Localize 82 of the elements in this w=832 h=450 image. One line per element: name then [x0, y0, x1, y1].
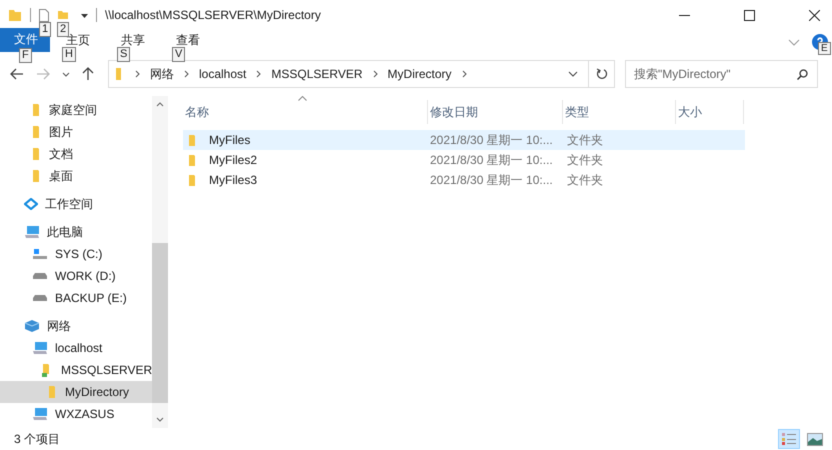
- folder-icon: [8, 8, 22, 22]
- window-title: \\localhost\MSSQLSERVER\MyDirectory: [105, 8, 321, 22]
- up-arrow-icon[interactable]: [82, 67, 94, 81]
- maximize-icon[interactable]: [744, 10, 755, 20]
- breadcrumb-item[interactable]: 网络: [150, 66, 174, 82]
- computer-icon: [32, 407, 48, 421]
- sidebar-item[interactable]: MyDirectory: [0, 381, 152, 403]
- column-header[interactable]: 修改日期: [428, 100, 563, 124]
- scroll-down-icon[interactable]: [156, 417, 164, 422]
- folder-icon: [188, 134, 198, 146]
- sidebar-item[interactable]: 桌面: [0, 165, 152, 187]
- type-cell-text: 文件夹: [566, 132, 604, 148]
- chevron-down-icon[interactable]: [62, 72, 70, 76]
- type-cell-text: 文件夹: [566, 152, 604, 168]
- computer-icon: [32, 341, 48, 355]
- sidebar-item[interactable]: 家庭空间: [0, 99, 152, 121]
- breadcrumb-item[interactable]: MyDirectory: [388, 67, 452, 81]
- drive-icon: [32, 295, 48, 301]
- back-arrow-icon[interactable]: [10, 68, 24, 80]
- keytip: 1: [39, 22, 52, 36]
- folder-icon: [32, 147, 42, 161]
- scroll-up-icon[interactable]: [156, 102, 164, 107]
- chevron-right-icon[interactable]: [462, 70, 467, 78]
- keytip: F: [19, 48, 32, 63]
- sidebar-item[interactable]: WORK (D:): [0, 265, 152, 287]
- folder-icon: [32, 169, 42, 183]
- sidebar-item[interactable]: 图片: [0, 121, 152, 143]
- file-name: MyFiles2: [209, 153, 258, 167]
- file-row[interactable]: MyFiles3 2021/8/30 星期一 10:... 文件夹: [183, 170, 745, 190]
- chevron-right-icon[interactable]: [184, 70, 189, 78]
- sidebar-item[interactable]: 工作空间: [0, 193, 152, 215]
- keytip: H: [62, 47, 76, 62]
- address-bar[interactable]: 网络 localhost MSSQLSERVER MyDirectory: [108, 60, 588, 88]
- file-row[interactable]: MyFiles2 2021/8/30 星期一 10:... 文件夹: [183, 150, 745, 170]
- item-count: 3 个项目: [14, 430, 60, 448]
- chevron-down-icon[interactable]: [568, 71, 578, 77]
- date-cell-text: 2021/8/30 星期一 10:...: [429, 152, 554, 168]
- sidebar-item[interactable]: 网络: [0, 315, 152, 337]
- file-name: MyFiles: [209, 133, 250, 147]
- chevron-right-icon[interactable]: [135, 70, 140, 78]
- document-icon[interactable]: [39, 8, 49, 22]
- close-icon[interactable]: [809, 10, 820, 20]
- breadcrumb-item[interactable]: MSSQLSERVER: [271, 67, 363, 81]
- keytip: S: [117, 47, 130, 62]
- date-cell-text: 2021/8/30 星期一 10:...: [429, 172, 554, 188]
- computer-icon: [24, 225, 40, 239]
- sidebar-item[interactable]: SYS (C:): [0, 243, 152, 265]
- diamond-icon: [24, 198, 38, 210]
- keytip: 2: [57, 22, 70, 37]
- dropdown-icon[interactable]: [81, 12, 88, 18]
- folder-icon: [32, 103, 42, 117]
- column-header[interactable]: 类型: [563, 100, 676, 124]
- sidebar-item[interactable]: BACKUP (E:): [0, 287, 152, 309]
- refresh-button[interactable]: [588, 60, 615, 88]
- date-cell-text: 2021/8/30 星期一 10:...: [429, 132, 554, 148]
- network-icon: [24, 319, 40, 333]
- folder-icon: [188, 154, 198, 166]
- type-cell-text: 文件夹: [566, 172, 604, 188]
- file-row[interactable]: MyFiles 2021/8/30 星期一 10:... 文件夹: [183, 130, 745, 150]
- column-header[interactable]: 大小: [676, 100, 744, 124]
- sidebar-item[interactable]: MSSQLSERVER: [0, 359, 152, 381]
- chevron-right-icon[interactable]: [256, 70, 262, 78]
- folder-icon: [48, 385, 58, 399]
- scrollbar[interactable]: [152, 96, 168, 428]
- folder-icon: [188, 174, 198, 186]
- file-name: MyFiles3: [209, 173, 258, 187]
- chevron-right-icon[interactable]: [372, 70, 378, 78]
- search-icon: [797, 69, 808, 80]
- breadcrumb-item[interactable]: localhost: [199, 67, 246, 81]
- drive-icon: [32, 273, 48, 279]
- sidebar-item[interactable]: 此电脑: [0, 221, 152, 243]
- keytip: V: [172, 47, 186, 62]
- sidebar-item[interactable]: WXZASUS: [0, 403, 152, 425]
- search-field[interactable]: 搜索"MyDirectory": [625, 60, 818, 88]
- keytip: E: [818, 42, 831, 55]
- sidebar-item[interactable]: 文档: [0, 143, 152, 165]
- refresh-icon: [596, 68, 608, 80]
- details-view-button[interactable]: [778, 429, 800, 449]
- sidebar-item[interactable]: localhost: [0, 337, 152, 359]
- drive-icon: [32, 248, 48, 260]
- folder-icon: [32, 125, 42, 139]
- column-header[interactable]: 名称: [183, 100, 428, 124]
